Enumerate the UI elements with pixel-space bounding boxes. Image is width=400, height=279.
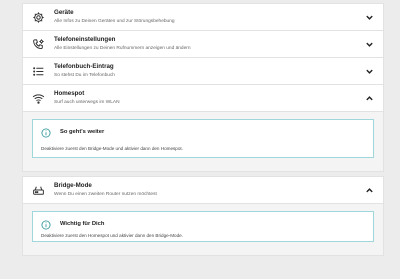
settings-accordion: Geräte Alle Infos zu Deinen Geräten und … xyxy=(22,3,384,256)
info-box: Wichtig für Dich Deaktiviere zuerst den … xyxy=(32,211,374,242)
info-box: So geht's weiter Deaktiviere zuerst den … xyxy=(32,119,374,158)
item-description: So stehst Du im Telefonbuch xyxy=(54,73,115,78)
chevron-down-icon[interactable] xyxy=(365,13,374,22)
wifi-icon xyxy=(32,92,45,105)
chevron-down-icon[interactable] xyxy=(365,67,374,76)
item-title: Geräte xyxy=(54,9,74,16)
item-title: Homespot xyxy=(54,90,85,97)
item-title: Telefoneinstellungen xyxy=(54,36,116,43)
item-title: Bridge-Mode xyxy=(54,182,92,189)
accordion-item-bridge-mode[interactable]: Bridge-Mode Wenn Du einen zweiten Router… xyxy=(22,176,384,204)
chevron-down-icon[interactable] xyxy=(365,40,374,49)
item-description: Alle Einstellungen zu Deinen Rufnummern … xyxy=(54,46,191,51)
info-icon xyxy=(41,128,51,138)
item-description: Wenn Du einen zweiten Router nutzen möch… xyxy=(54,192,157,197)
router-icon xyxy=(32,184,45,197)
info-title: So geht's weiter xyxy=(60,129,105,135)
accordion-item-geraete[interactable]: Geräte Alle Infos zu Deinen Geräten und … xyxy=(22,3,384,31)
bridge-mode-panel: Wichtig für Dich Deaktiviere zuerst den … xyxy=(22,203,384,256)
info-text: Deaktiviere zuerst den Bridge-Mode und a… xyxy=(41,146,183,151)
accordion-item-homespot[interactable]: Homespot Surf auch unterwegs im WLAN xyxy=(22,84,384,112)
info-text: Deaktiviere zuerst den Homespot und akti… xyxy=(41,233,183,238)
info-icon xyxy=(41,220,51,230)
accordion-item-telefonbuch[interactable]: Telefonbuch-Eintrag So stehst Du im Tele… xyxy=(22,57,384,85)
phone-settings-icon xyxy=(32,38,45,51)
accordion-item-telefoneinstellungen[interactable]: Telefoneinstellungen Alle Einstellungen … xyxy=(22,30,384,58)
homespot-panel: So geht's weiter Deaktiviere zuerst den … xyxy=(22,111,384,172)
gear-icon xyxy=(32,11,45,24)
chevron-up-icon[interactable] xyxy=(365,94,374,103)
chevron-up-icon[interactable] xyxy=(365,186,374,195)
item-description: Surf auch unterwegs im WLAN xyxy=(54,100,120,105)
info-title: Wichtig für Dich xyxy=(60,221,105,227)
list-icon xyxy=(32,65,45,78)
item-title: Telefonbuch-Eintrag xyxy=(54,63,114,70)
item-description: Alle Infos zu Deinen Geräten und zur Stö… xyxy=(54,19,175,24)
